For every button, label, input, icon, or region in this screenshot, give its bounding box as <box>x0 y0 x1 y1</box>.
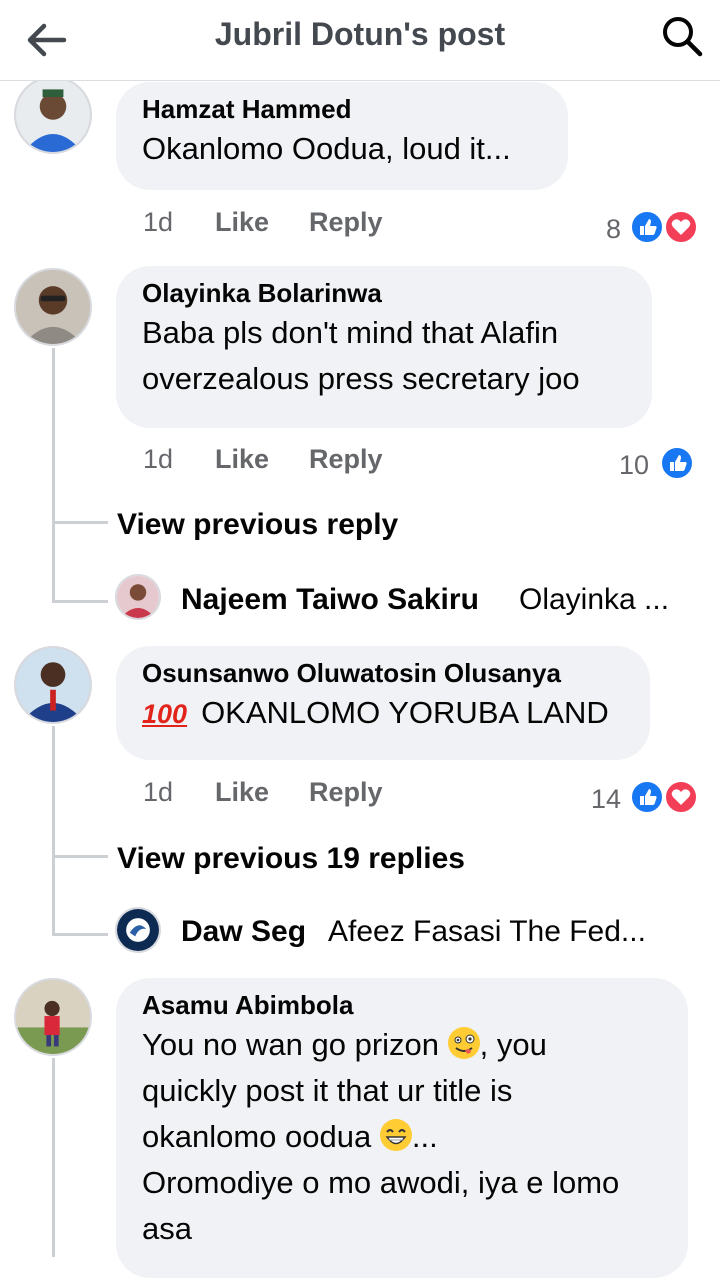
thread-line <box>52 348 55 602</box>
like-button[interactable]: Like <box>215 444 269 475</box>
page-title: Jubril Dotun's post <box>214 16 506 52</box>
comment-text: asa <box>142 1211 192 1246</box>
reply-button[interactable]: Reply <box>309 444 383 475</box>
love-reaction-icon <box>664 210 698 244</box>
comment-text: Oromodiye o mo awodi, iya e lomo <box>142 1165 620 1200</box>
search-icon[interactable] <box>660 14 704 58</box>
comment-text: Okanlomo Oodua, loud it... <box>142 131 511 166</box>
reaction-count[interactable]: 14 <box>591 784 621 815</box>
thread-line <box>52 855 108 858</box>
comment-text-body: OKANLOMO YORUBA LAND <box>201 695 609 730</box>
view-previous-replies[interactable]: View previous 19 replies <box>117 842 465 876</box>
comment-author[interactable]: Asamu Abimbola <box>142 988 662 1022</box>
avatar[interactable] <box>14 268 92 346</box>
reply-button[interactable]: Reply <box>309 777 383 808</box>
reply-preview[interactable]: Olayinka ... <box>519 583 669 617</box>
hundred-points-icon: 100 <box>142 699 188 729</box>
comment-bubble: Asamu Abimbola You no wan go prizon , yo… <box>116 978 688 1278</box>
comment-author[interactable]: Olayinka Bolarinwa <box>142 276 626 310</box>
reaction-count[interactable]: 8 <box>606 214 621 245</box>
thread-line <box>52 521 108 524</box>
comment-text: quickly post it that ur title is <box>142 1073 513 1108</box>
view-previous-replies[interactable]: View previous reply <box>117 508 398 542</box>
comment-text: You no wan go prizon , you <box>142 1022 662 1068</box>
like-reaction-icon <box>660 446 694 480</box>
comment-bubble: Osunsanwo Oluwatosin Olusanya 100 OKANLOM… <box>116 646 650 760</box>
like-reaction-icon <box>630 210 664 244</box>
comment-text-part: okanlomo oodua <box>142 1119 372 1154</box>
comment-text: 100 OKANLOMO YORUBA LAND <box>142 690 624 737</box>
comment-text-part: , you <box>479 1027 547 1062</box>
comment-text: okanlomo oodua ... <box>142 1114 662 1160</box>
comment-text: Baba pls don't mind that Alafin <box>142 315 559 350</box>
comment-text-part: You no wan go prizon <box>142 1027 440 1062</box>
comment-text: overzealous press secretary joo <box>142 361 580 396</box>
thread-line <box>52 933 108 936</box>
reply-author[interactable]: Najeem Taiwo Sakiru <box>181 583 479 617</box>
comment-text-part: ... <box>411 1119 438 1154</box>
reply-avatar[interactable] <box>115 907 161 953</box>
love-reaction-icon <box>664 780 698 814</box>
avatar[interactable] <box>14 978 92 1056</box>
like-button[interactable]: Like <box>215 777 269 808</box>
reaction-count[interactable]: 10 <box>619 450 649 481</box>
top-bar: Jubril Dotun's post <box>0 0 720 81</box>
thread-line <box>52 726 55 936</box>
reply-avatar[interactable] <box>115 574 161 620</box>
comment-time: 1d <box>143 207 174 237</box>
thread-line <box>52 1058 55 1257</box>
reply-author[interactable]: Daw Seg <box>181 915 306 949</box>
comment-bubble: Olayinka Bolarinwa Baba pls don't mind t… <box>116 266 652 428</box>
comment-time: 1d <box>143 777 174 807</box>
like-button[interactable]: Like <box>215 207 269 238</box>
like-reaction-icon <box>630 780 664 814</box>
avatar[interactable] <box>14 76 92 154</box>
zany-face-emoji-icon <box>447 1027 480 1059</box>
comment-bubble: Hamzat Hammed Okanlomo Oodua, loud it... <box>116 82 568 190</box>
thread-line <box>52 600 108 603</box>
comment-time: 1d <box>143 444 174 474</box>
avatar[interactable] <box>14 646 92 724</box>
grinning-face-emoji-icon <box>379 1119 412 1151</box>
reply-button[interactable]: Reply <box>309 207 383 238</box>
comment-author[interactable]: Osunsanwo Oluwatosin Olusanya <box>142 656 624 690</box>
comment-author[interactable]: Hamzat Hammed <box>142 92 542 126</box>
reply-preview[interactable]: Afeez Fasasi The Fed... <box>328 915 646 949</box>
